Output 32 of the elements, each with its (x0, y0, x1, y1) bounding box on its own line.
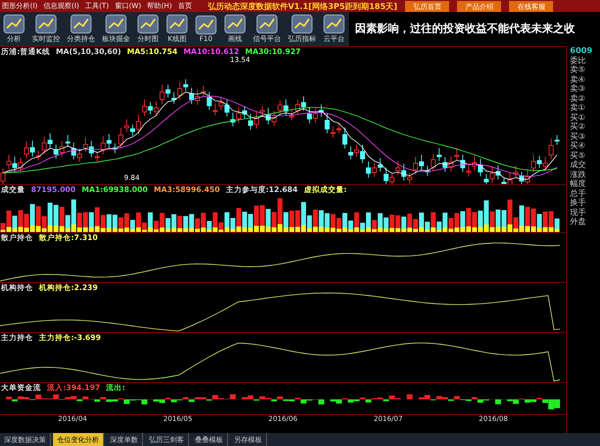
quote-label: 买① (570, 112, 586, 122)
chart-tile-icon (291, 14, 313, 34)
chart-tile-icon (224, 14, 246, 34)
quote-label: 买③ (570, 132, 586, 141)
chart-tile-icon (166, 14, 188, 34)
quote-label: 现手 (570, 208, 587, 217)
chart-tile-icon (35, 14, 57, 34)
chart-tile-icon (105, 14, 127, 34)
chart-tile-icon (137, 14, 159, 34)
chart-tile-icon (195, 15, 217, 35)
ticker-text: 因素影响，过往的投资收益不能代表未来之收 (349, 12, 600, 46)
chart-tile-icon (256, 14, 278, 34)
stock-code: 6009 (570, 46, 594, 56)
quote-label: 买④ (570, 141, 586, 150)
quote-label: 卖② (570, 94, 586, 103)
chart-tile-icon (3, 14, 25, 34)
chart-tile-icon (70, 14, 92, 34)
quote-label: 换手 (570, 198, 587, 208)
quote-label: 卖⑤ (570, 65, 586, 74)
quote-label: 卖① (570, 103, 586, 112)
quote-label: 成交 (570, 160, 587, 170)
quote-label: 买⑤ (570, 150, 586, 160)
quote-label: 委比 (570, 56, 587, 64)
quote-label: 买② (570, 122, 586, 132)
chart-tile-icon (323, 14, 345, 34)
quote-label: 外盘 (570, 217, 587, 226)
quote-label: 卖④ (570, 74, 586, 84)
quote-label: 卖③ (570, 84, 586, 94)
quote-label: 总手 (570, 188, 587, 198)
window-title: 弘历动态深度数据软件V1.1[网络3P5距到期185天] (208, 0, 398, 12)
quote-label: 幅度 (570, 179, 587, 188)
quote-label: 涨跌 (570, 170, 587, 179)
